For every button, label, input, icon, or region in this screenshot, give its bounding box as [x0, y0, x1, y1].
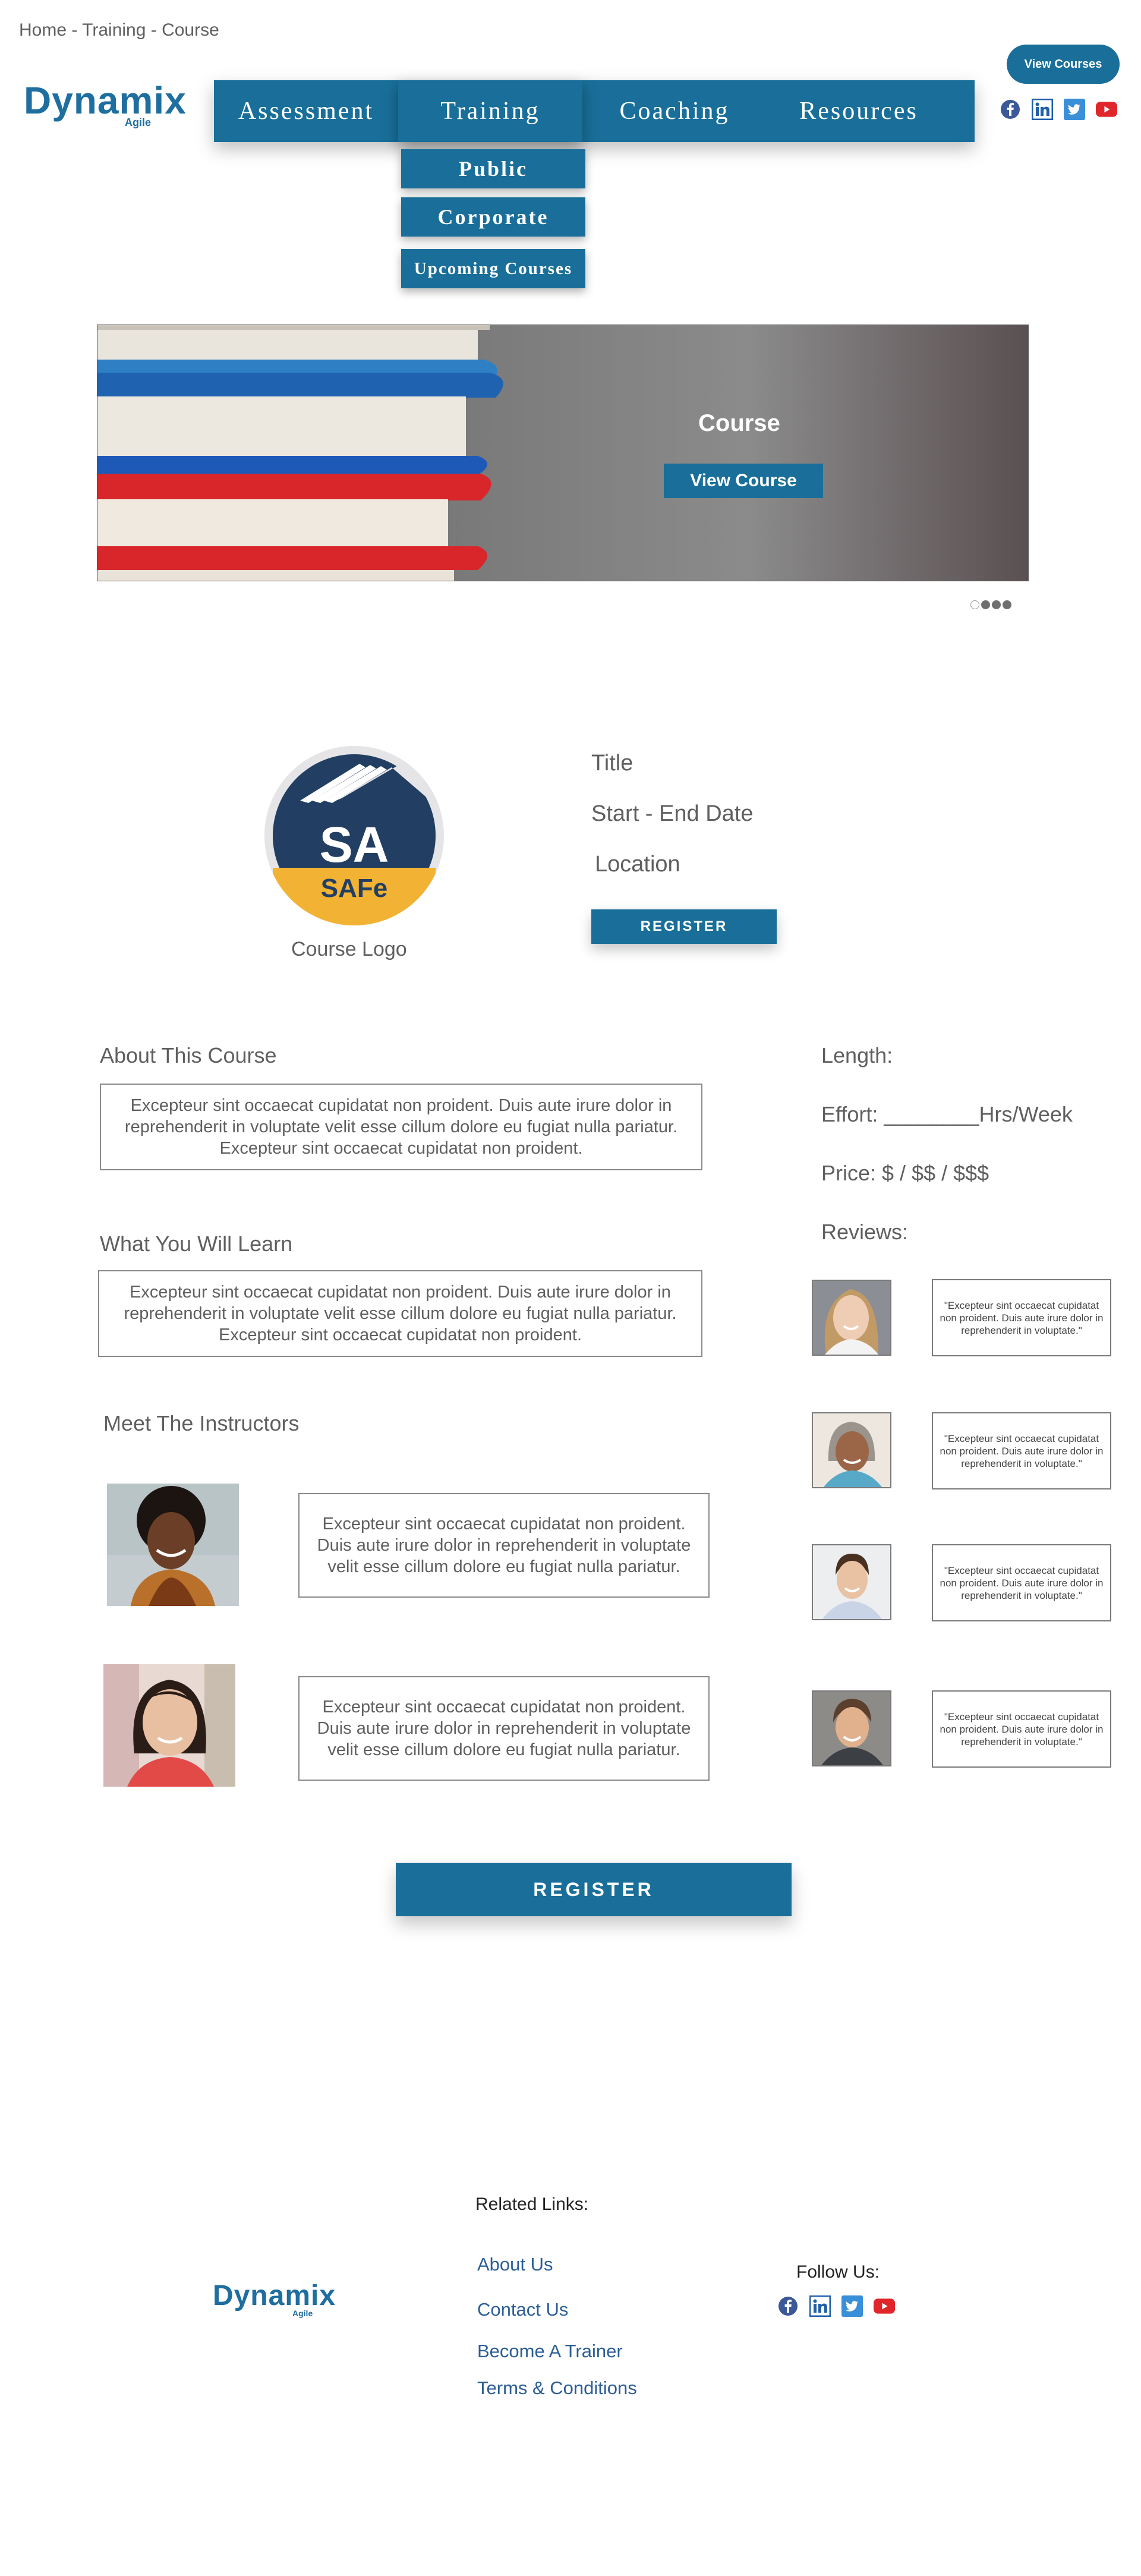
about-heading: About This Course	[100, 1043, 277, 1067]
footer-link-terms[interactable]: Terms & Conditions	[477, 2377, 637, 2399]
reviewer-photo	[812, 1544, 891, 1620]
learn-text-box: Excepteur sint occaecat cupidatat non pr…	[98, 1270, 702, 1357]
instructor-bio-box: Excepteur sint occaecat cupidatat non pr…	[298, 1676, 710, 1781]
instructor-photo	[107, 1484, 239, 1606]
course-dates: Start - End Date	[591, 801, 754, 826]
badge-brand: SAFe	[320, 874, 388, 903]
carousel-dot-3[interactable]	[992, 600, 1001, 609]
instructor-photo	[103, 1664, 235, 1787]
register-button-bottom[interactable]: REGISTER	[396, 1863, 792, 1916]
reviewer-photo	[812, 1412, 891, 1488]
course-price: Price: $ / $$ / $$$	[821, 1161, 989, 1185]
submenu-corporate[interactable]: Corporate	[401, 197, 585, 237]
linkedin-icon[interactable]	[1032, 99, 1053, 120]
review-quote: "Excepteur sint occaecat cupidatat non p…	[940, 1299, 1104, 1336]
about-text: Excepteur sint occaecat cupidatat non pr…	[124, 1096, 678, 1158]
header-social-links	[1000, 99, 1117, 120]
footer-logo[interactable]: Dynamix Agile	[213, 2280, 336, 2319]
course-title: Title	[591, 751, 633, 776]
review-quote-box: "Excepteur sint occaecat cupidatat non p…	[932, 1412, 1111, 1489]
course-logo-badge: SA SAFe	[264, 746, 444, 925]
follow-us-heading: Follow Us:	[796, 2262, 880, 2282]
related-links-heading: Related Links:	[475, 2194, 589, 2214]
facebook-icon[interactable]	[1000, 99, 1021, 120]
review-quote-box: "Excepteur sint occaecat cupidatat non p…	[932, 1544, 1111, 1621]
youtube-icon[interactable]	[1096, 99, 1117, 120]
twitter-icon[interactable]	[1064, 99, 1085, 120]
view-courses-button[interactable]: View Courses	[1007, 45, 1120, 84]
footer-link-contact-us[interactable]: Contact Us	[477, 2299, 568, 2320]
nav-coaching[interactable]: Coaching	[582, 80, 767, 142]
submenu-upcoming-courses[interactable]: Upcoming Courses	[401, 249, 585, 288]
view-course-button[interactable]: View Course	[664, 464, 823, 498]
instructors-heading: Meet The Instructors	[103, 1411, 300, 1435]
main-nav: Assessment Training Coaching Resources	[214, 80, 975, 142]
linkedin-icon[interactable]	[809, 2295, 831, 2317]
carousel-dot-2[interactable]	[981, 600, 990, 609]
breadcrumb[interactable]: Home - Training - Course	[19, 20, 219, 40]
facebook-icon[interactable]	[777, 2295, 799, 2317]
carousel-dot-4[interactable]	[1003, 600, 1011, 609]
instructor-bio-box: Excepteur sint occaecat cupidatat non pr…	[298, 1493, 710, 1598]
course-length: Length:	[821, 1043, 893, 1067]
logo-wordmark: Dynamix	[24, 79, 187, 122]
logo-wordmark: Dynamix	[213, 2280, 336, 2312]
course-effort: Effort: ________Hrs/Week	[821, 1102, 1073, 1126]
carousel-dot-1[interactable]	[970, 600, 979, 609]
youtube-icon[interactable]	[874, 2295, 895, 2317]
nav-assessment[interactable]: Assessment	[214, 80, 398, 142]
books-image	[97, 325, 1028, 581]
logo-subtitle: Agile	[125, 116, 152, 128]
reviewer-photo	[812, 1280, 891, 1356]
header-logo[interactable]: Dynamix Agile	[24, 81, 187, 129]
hero-title: Course	[698, 410, 780, 436]
nav-resources[interactable]: Resources	[767, 80, 951, 142]
review-quote: "Excepteur sint occaecat cupidatat non p…	[940, 1432, 1104, 1469]
review-quote-box: "Excepteur sint occaecat cupidatat non p…	[932, 1690, 1111, 1768]
instructor-bio: Excepteur sint occaecat cupidatat non pr…	[317, 1514, 691, 1576]
nav-training[interactable]: Training	[398, 80, 582, 142]
course-location: Location	[595, 852, 680, 877]
badge-letters: SA	[319, 817, 389, 873]
review-quote: "Excepteur sint occaecat cupidatat non p…	[940, 1711, 1104, 1747]
review-quote-box: "Excepteur sint occaecat cupidatat non p…	[932, 1279, 1111, 1356]
logo-subtitle: Agile	[292, 2309, 313, 2318]
reviewer-photo	[812, 1690, 891, 1766]
register-button-top[interactable]: REGISTER	[591, 909, 777, 944]
footer-link-become-trainer[interactable]: Become A Trainer	[477, 2341, 623, 2362]
learn-heading: What You Will Learn	[100, 1232, 293, 1256]
course-logo-label: Course Logo	[291, 938, 407, 961]
submenu-public[interactable]: Public	[401, 149, 585, 188]
twitter-icon[interactable]	[841, 2295, 863, 2317]
learn-text: Excepteur sint occaecat cupidatat non pr…	[124, 1283, 677, 1344]
footer-social-links	[777, 2295, 895, 2317]
hero-banner	[97, 325, 1029, 581]
review-quote: "Excepteur sint occaecat cupidatat non p…	[940, 1564, 1104, 1601]
footer-link-about-us[interactable]: About Us	[477, 2254, 553, 2275]
reviews-heading: Reviews:	[821, 1220, 909, 1244]
about-text-box: Excepteur sint occaecat cupidatat non pr…	[100, 1084, 702, 1170]
instructor-bio: Excepteur sint occaecat cupidatat non pr…	[317, 1698, 691, 1759]
carousel-dots	[970, 600, 1011, 609]
